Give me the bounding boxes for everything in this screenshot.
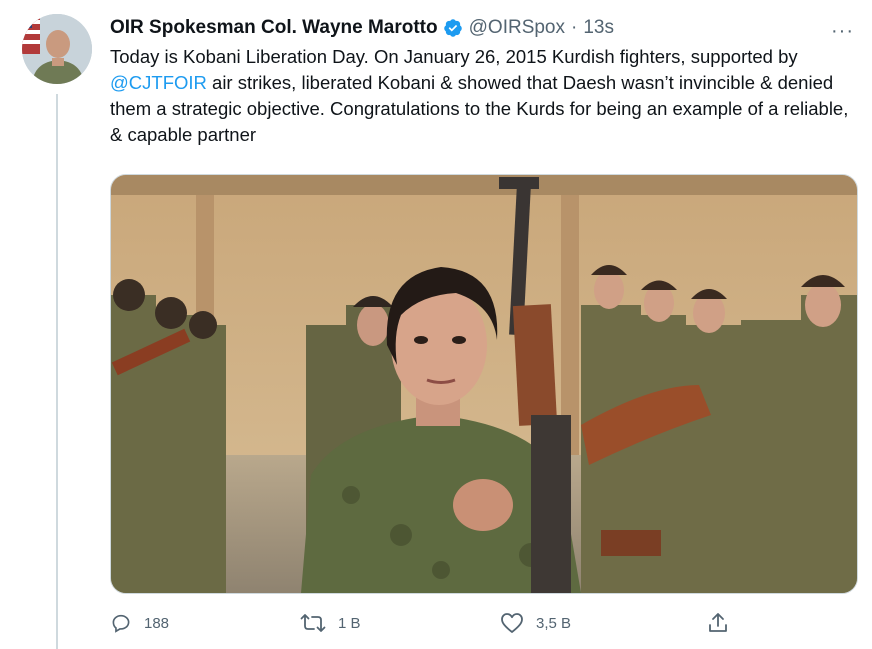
retweet-icon xyxy=(300,612,326,634)
tweet-text-part2: air strikes, liberated Kobani & showed t… xyxy=(110,72,849,145)
avatar[interactable] xyxy=(22,14,92,84)
heart-icon xyxy=(500,612,524,634)
handle[interactable]: @OIRSpox xyxy=(469,17,565,39)
more-options-icon[interactable]: ··· xyxy=(831,20,854,43)
timestamp[interactable]: 13s xyxy=(583,17,614,39)
like-count: 3,5 В xyxy=(536,614,572,632)
tweet[interactable]: OIR Spokesman Col. Wayne Marotto @OIRSpo… xyxy=(0,0,872,649)
tweet-header: OIR Spokesman Col. Wayne Marotto @OIRSpo… xyxy=(110,14,858,42)
display-name[interactable]: OIR Spokesman Col. Wayne Marotto xyxy=(110,17,438,39)
verified-badge-icon xyxy=(443,18,463,38)
tweet-text: Today is Kobani Liberation Day. On Janua… xyxy=(110,44,860,148)
photo-image xyxy=(111,175,857,593)
thread-line xyxy=(56,94,58,649)
separator-dot: · xyxy=(571,17,578,38)
tweet-text-part1: Today is Kobani Liberation Day. On Janua… xyxy=(110,46,798,67)
share-icon xyxy=(706,611,730,635)
reply-count: 188 xyxy=(144,614,170,632)
reply-icon xyxy=(110,612,132,634)
action-bar: 188 1 В 3,5 В xyxy=(110,608,750,638)
retweet-count: 1 В xyxy=(338,614,361,632)
tweet-photo[interactable] xyxy=(110,174,858,594)
share-button[interactable] xyxy=(706,608,730,638)
avatar-image xyxy=(22,14,92,84)
retweet-button[interactable]: 1 В xyxy=(300,608,361,638)
mention-link[interactable]: @CJTFOIR xyxy=(110,72,207,93)
like-button[interactable]: 3,5 В xyxy=(500,608,571,638)
reply-button[interactable]: 188 xyxy=(110,608,169,638)
